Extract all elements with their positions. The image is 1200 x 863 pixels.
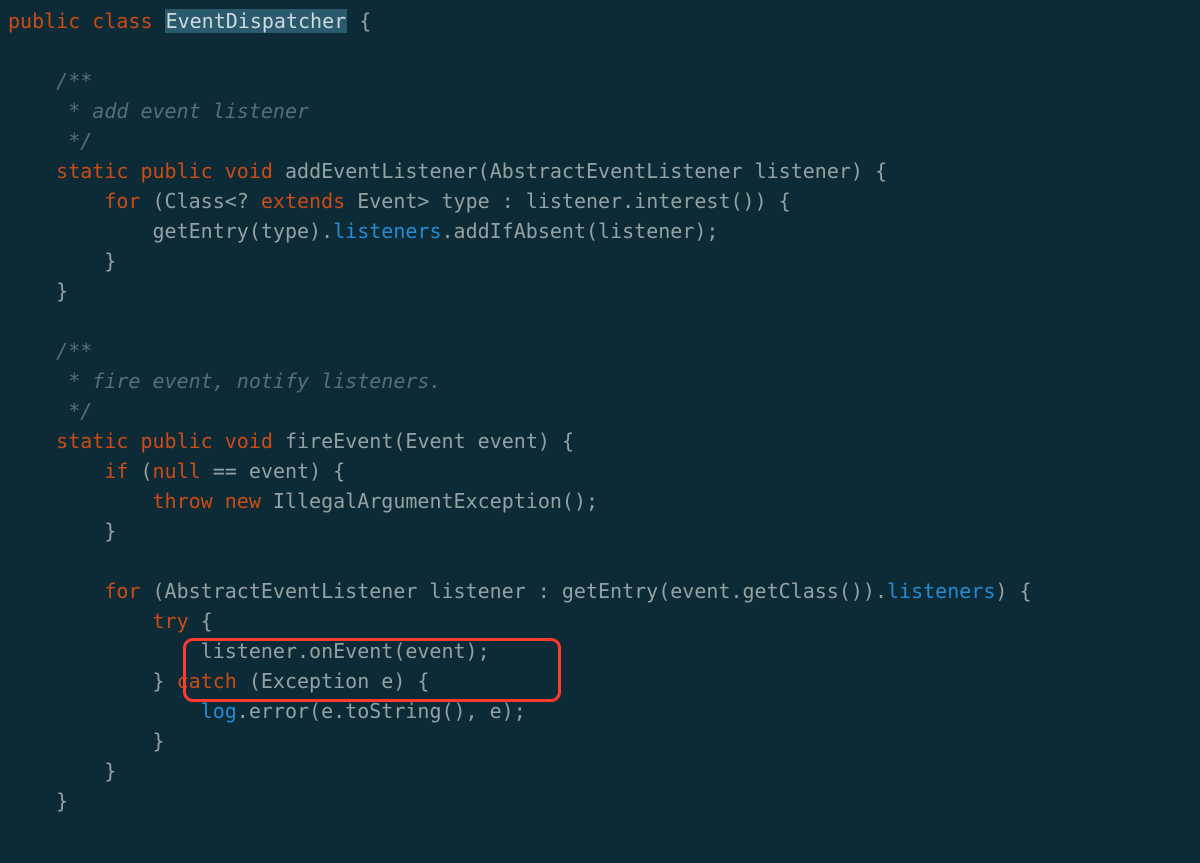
code-text: IllegalArgumentException(); bbox=[261, 489, 598, 513]
params: Event event bbox=[405, 429, 537, 453]
paren: ( bbox=[478, 159, 490, 183]
method-name: addEventListener bbox=[285, 159, 478, 183]
field-listeners: listeners bbox=[333, 219, 441, 243]
code-text: (Exception e) { bbox=[237, 669, 430, 693]
indent bbox=[8, 609, 153, 633]
brace-close: } bbox=[8, 519, 116, 543]
keyword-for: for bbox=[104, 579, 140, 603]
brace-close: } bbox=[8, 729, 165, 753]
comment-line: * fire event, notify listeners. bbox=[8, 369, 441, 393]
params: AbstractEventListener listener bbox=[490, 159, 851, 183]
indent bbox=[8, 639, 201, 663]
class-name-highlighted: EventDispatcher bbox=[165, 9, 348, 33]
code-text: getEntry(type). bbox=[153, 219, 334, 243]
code-text: (AbstractEventListener listener : getEnt… bbox=[140, 579, 887, 603]
keyword-public: public bbox=[140, 159, 212, 183]
indent bbox=[8, 189, 104, 213]
comment-line: /** bbox=[8, 339, 92, 363]
field-listeners: listeners bbox=[887, 579, 995, 603]
brace: { bbox=[550, 429, 574, 453]
keyword-void: void bbox=[225, 429, 273, 453]
keyword-new: new bbox=[225, 489, 261, 513]
comment-line: * add event listener bbox=[8, 99, 309, 123]
operator: == bbox=[201, 459, 249, 483]
code-text: .error(e.toString(), e); bbox=[237, 699, 526, 723]
paren: ) bbox=[851, 159, 863, 183]
indent bbox=[8, 669, 153, 693]
code-editor[interactable]: public class EventDispatcher { /** * add… bbox=[0, 6, 1200, 816]
code-block: public class EventDispatcher { /** * add… bbox=[8, 6, 1200, 816]
keyword-void: void bbox=[225, 159, 273, 183]
keyword-static: static bbox=[8, 429, 128, 453]
keyword-extends: extends bbox=[261, 189, 345, 213]
keyword-public: public bbox=[140, 429, 212, 453]
brace-close: } bbox=[153, 669, 177, 693]
code-text: (Class<? bbox=[140, 189, 260, 213]
paren: ) bbox=[538, 429, 550, 453]
method-name: fireEvent bbox=[285, 429, 393, 453]
paren: ( bbox=[393, 429, 405, 453]
code-text: .addIfAbsent(listener); bbox=[442, 219, 719, 243]
code-text: ) { bbox=[995, 579, 1031, 603]
brace-close: } bbox=[8, 279, 68, 303]
paren: ( bbox=[128, 459, 152, 483]
indent bbox=[8, 489, 153, 513]
comment-line: /** bbox=[8, 69, 92, 93]
brace-close: } bbox=[8, 759, 116, 783]
brace: { bbox=[863, 159, 887, 183]
indent bbox=[8, 459, 104, 483]
keyword-public: public bbox=[8, 9, 80, 33]
keyword-null: null bbox=[153, 459, 201, 483]
keyword-for: for bbox=[104, 189, 140, 213]
code-text: listener.onEvent(event); bbox=[201, 639, 490, 663]
keyword-try: try bbox=[153, 609, 189, 633]
indent bbox=[8, 579, 104, 603]
keyword-catch: catch bbox=[177, 669, 237, 693]
brace: { bbox=[189, 609, 213, 633]
brace: { bbox=[347, 9, 371, 33]
comment-line: */ bbox=[8, 399, 92, 423]
brace-close: } bbox=[8, 789, 68, 813]
keyword-static: static bbox=[8, 159, 128, 183]
indent bbox=[8, 699, 201, 723]
code-text: Event> type : listener.interest()) { bbox=[345, 189, 791, 213]
keyword-if: if bbox=[104, 459, 128, 483]
code-text: event) { bbox=[249, 459, 345, 483]
comment-line: */ bbox=[8, 129, 92, 153]
keyword-class: class bbox=[92, 9, 152, 33]
keyword-throw: throw bbox=[153, 489, 213, 513]
indent bbox=[8, 219, 153, 243]
field-log: log bbox=[201, 699, 237, 723]
brace-close: } bbox=[8, 249, 116, 273]
